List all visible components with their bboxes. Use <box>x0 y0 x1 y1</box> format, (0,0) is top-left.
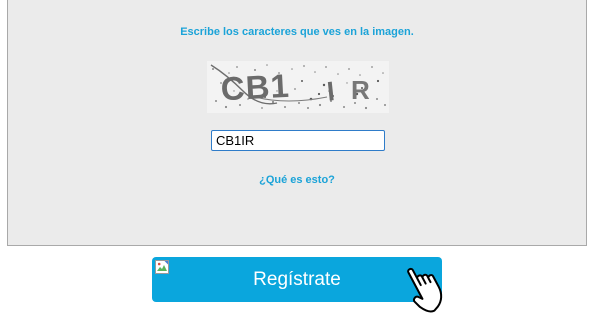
register-label: Regístrate <box>253 269 341 290</box>
captcha-panel: Escribe los caracteres que ves en la ima… <box>7 0 587 246</box>
register-button[interactable]: Regístrate <box>152 257 442 302</box>
svg-text:CB1: CB1 <box>220 67 291 108</box>
svg-text:R: R <box>351 75 370 105</box>
captcha-image: CB1 I R <box>207 61 389 113</box>
whats-this-link[interactable]: ¿Qué es esto? <box>8 174 586 186</box>
hand-pointer-icon <box>401 262 447 316</box>
captcha-input[interactable] <box>211 130 385 151</box>
captcha-instruction: Escribe los caracteres que ves en la ima… <box>180 26 414 38</box>
